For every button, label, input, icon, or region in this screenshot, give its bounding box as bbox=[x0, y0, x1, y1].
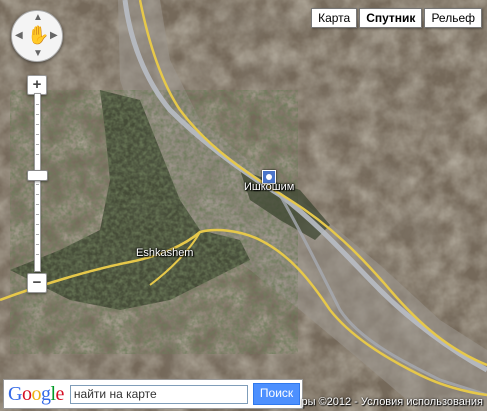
pan-up-icon[interactable]: ▲ bbox=[33, 13, 43, 23]
logo-letter: g bbox=[40, 382, 51, 405]
hand-icon: ✋ bbox=[27, 25, 50, 45]
map-footer-terms[interactable]: ры ©2012 - Условия использования bbox=[301, 396, 483, 408]
place-label-ishkoshim: Ишкошим bbox=[244, 181, 295, 193]
pan-control[interactable]: ▲ ▼ ◀ ▶ ✋ bbox=[11, 10, 63, 62]
zoom-slider-handle[interactable] bbox=[27, 170, 48, 181]
place-label-eshkashem: Eshkashem bbox=[136, 247, 194, 259]
logo-letter: o bbox=[21, 382, 32, 405]
pan-down-icon[interactable]: ▼ bbox=[33, 49, 43, 59]
google-search-bar: Google Поиск bbox=[3, 379, 303, 409]
search-button[interactable]: Поиск bbox=[252, 383, 301, 405]
google-logo: Google bbox=[8, 383, 64, 406]
zoom-out-button[interactable]: − bbox=[27, 273, 47, 293]
logo-letter: G bbox=[8, 382, 22, 405]
map-canvas[interactable]: Ишкошим Eshkashem Карта Спутник Рельеф ▲… bbox=[0, 0, 487, 411]
pan-right-icon[interactable]: ▶ bbox=[50, 31, 58, 41]
zoom-slider-track[interactable] bbox=[27, 93, 48, 272]
logo-letter: o bbox=[31, 382, 41, 405]
pan-left-icon[interactable]: ◀ bbox=[15, 31, 23, 41]
map-type-terrain-button[interactable]: Рельеф bbox=[424, 8, 482, 28]
map-type-map-button[interactable]: Карта bbox=[311, 8, 358, 28]
map-type-control: Карта Спутник Рельеф bbox=[311, 8, 482, 28]
logo-letter: e bbox=[55, 382, 65, 405]
zoom-in-button[interactable]: + bbox=[27, 75, 47, 95]
search-input[interactable] bbox=[69, 384, 248, 404]
satellite-imagery bbox=[0, 0, 487, 411]
map-type-satellite-button[interactable]: Спутник bbox=[359, 8, 423, 28]
